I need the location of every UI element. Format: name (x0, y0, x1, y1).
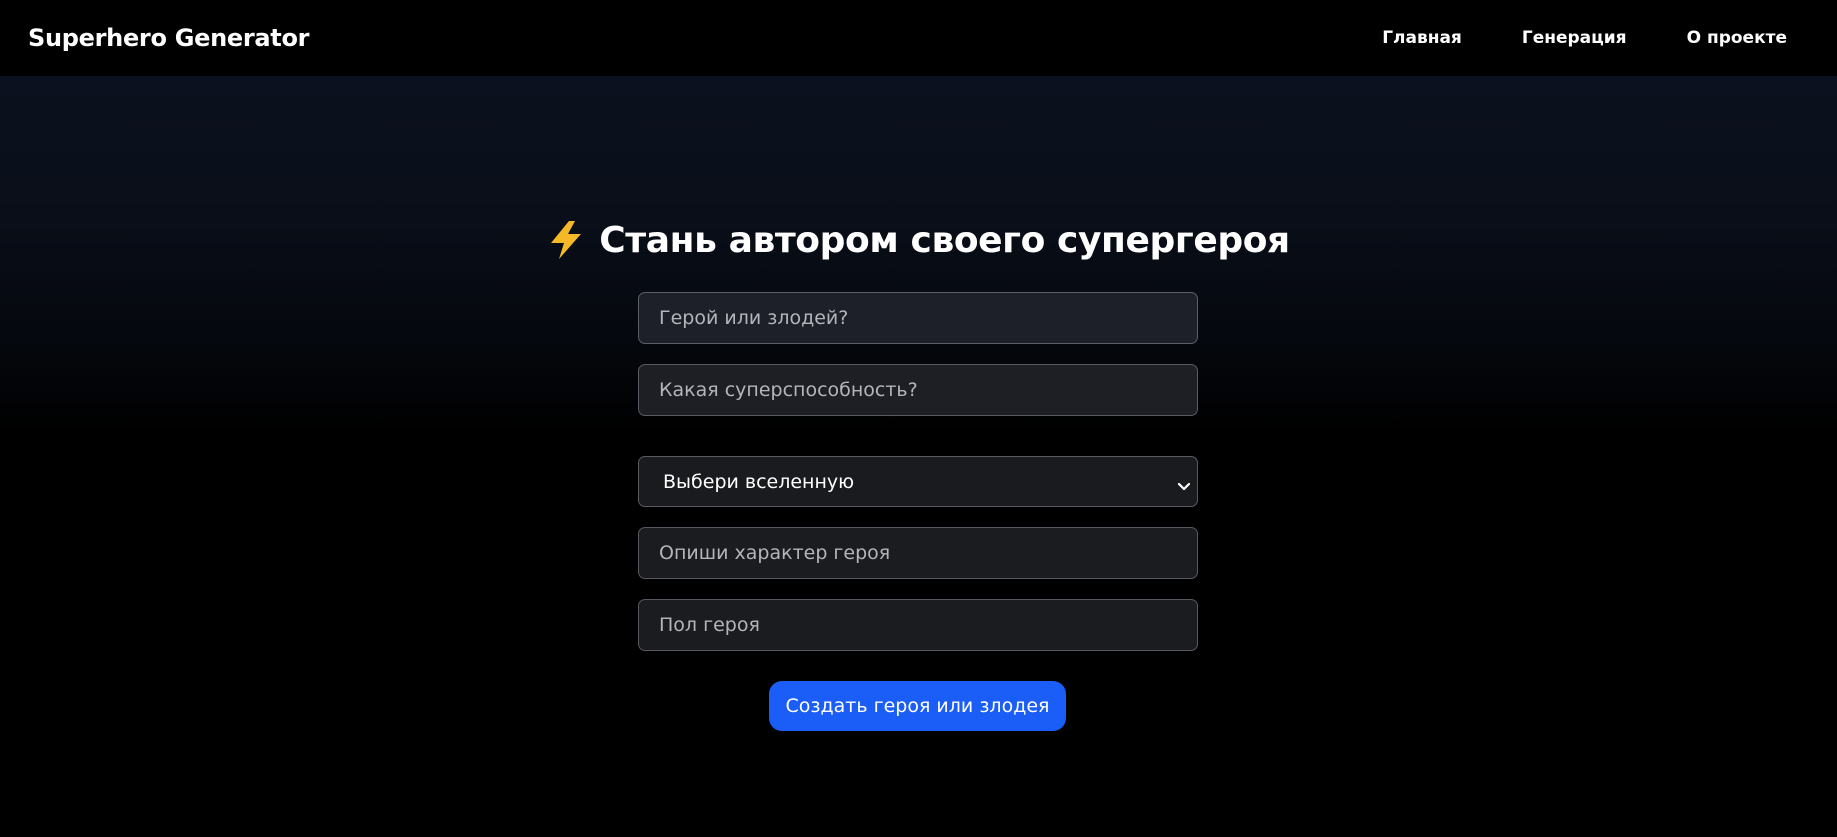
chevron-down-icon (1177, 477, 1191, 491)
page: Superhero Generator Главная Генерация О … (0, 0, 1837, 837)
page-title: Стань автором своего супергероя (599, 219, 1290, 261)
role-input[interactable] (638, 292, 1198, 344)
gender-input[interactable] (638, 599, 1198, 651)
brand-logo[interactable]: Superhero Generator (28, 24, 309, 52)
navbar: Superhero Generator Главная Генерация О … (0, 0, 1837, 76)
nav-link-home[interactable]: Главная (1382, 28, 1462, 48)
superpower-input[interactable] (638, 364, 1198, 416)
universe-select[interactable]: Выбери вселенную (638, 456, 1198, 507)
lightning-bolt-icon (547, 220, 585, 260)
create-hero-button[interactable]: Создать героя или злодея (769, 681, 1066, 731)
nav-link-generation[interactable]: Генерация (1522, 28, 1627, 48)
title-row: Стань автором своего супергероя (0, 213, 1837, 267)
character-input[interactable] (638, 527, 1198, 579)
nav-link-about[interactable]: О проекте (1687, 28, 1787, 48)
nav-links: Главная Генерация О проекте (1382, 28, 1787, 48)
universe-select-value: Выбери вселенную (663, 470, 855, 493)
